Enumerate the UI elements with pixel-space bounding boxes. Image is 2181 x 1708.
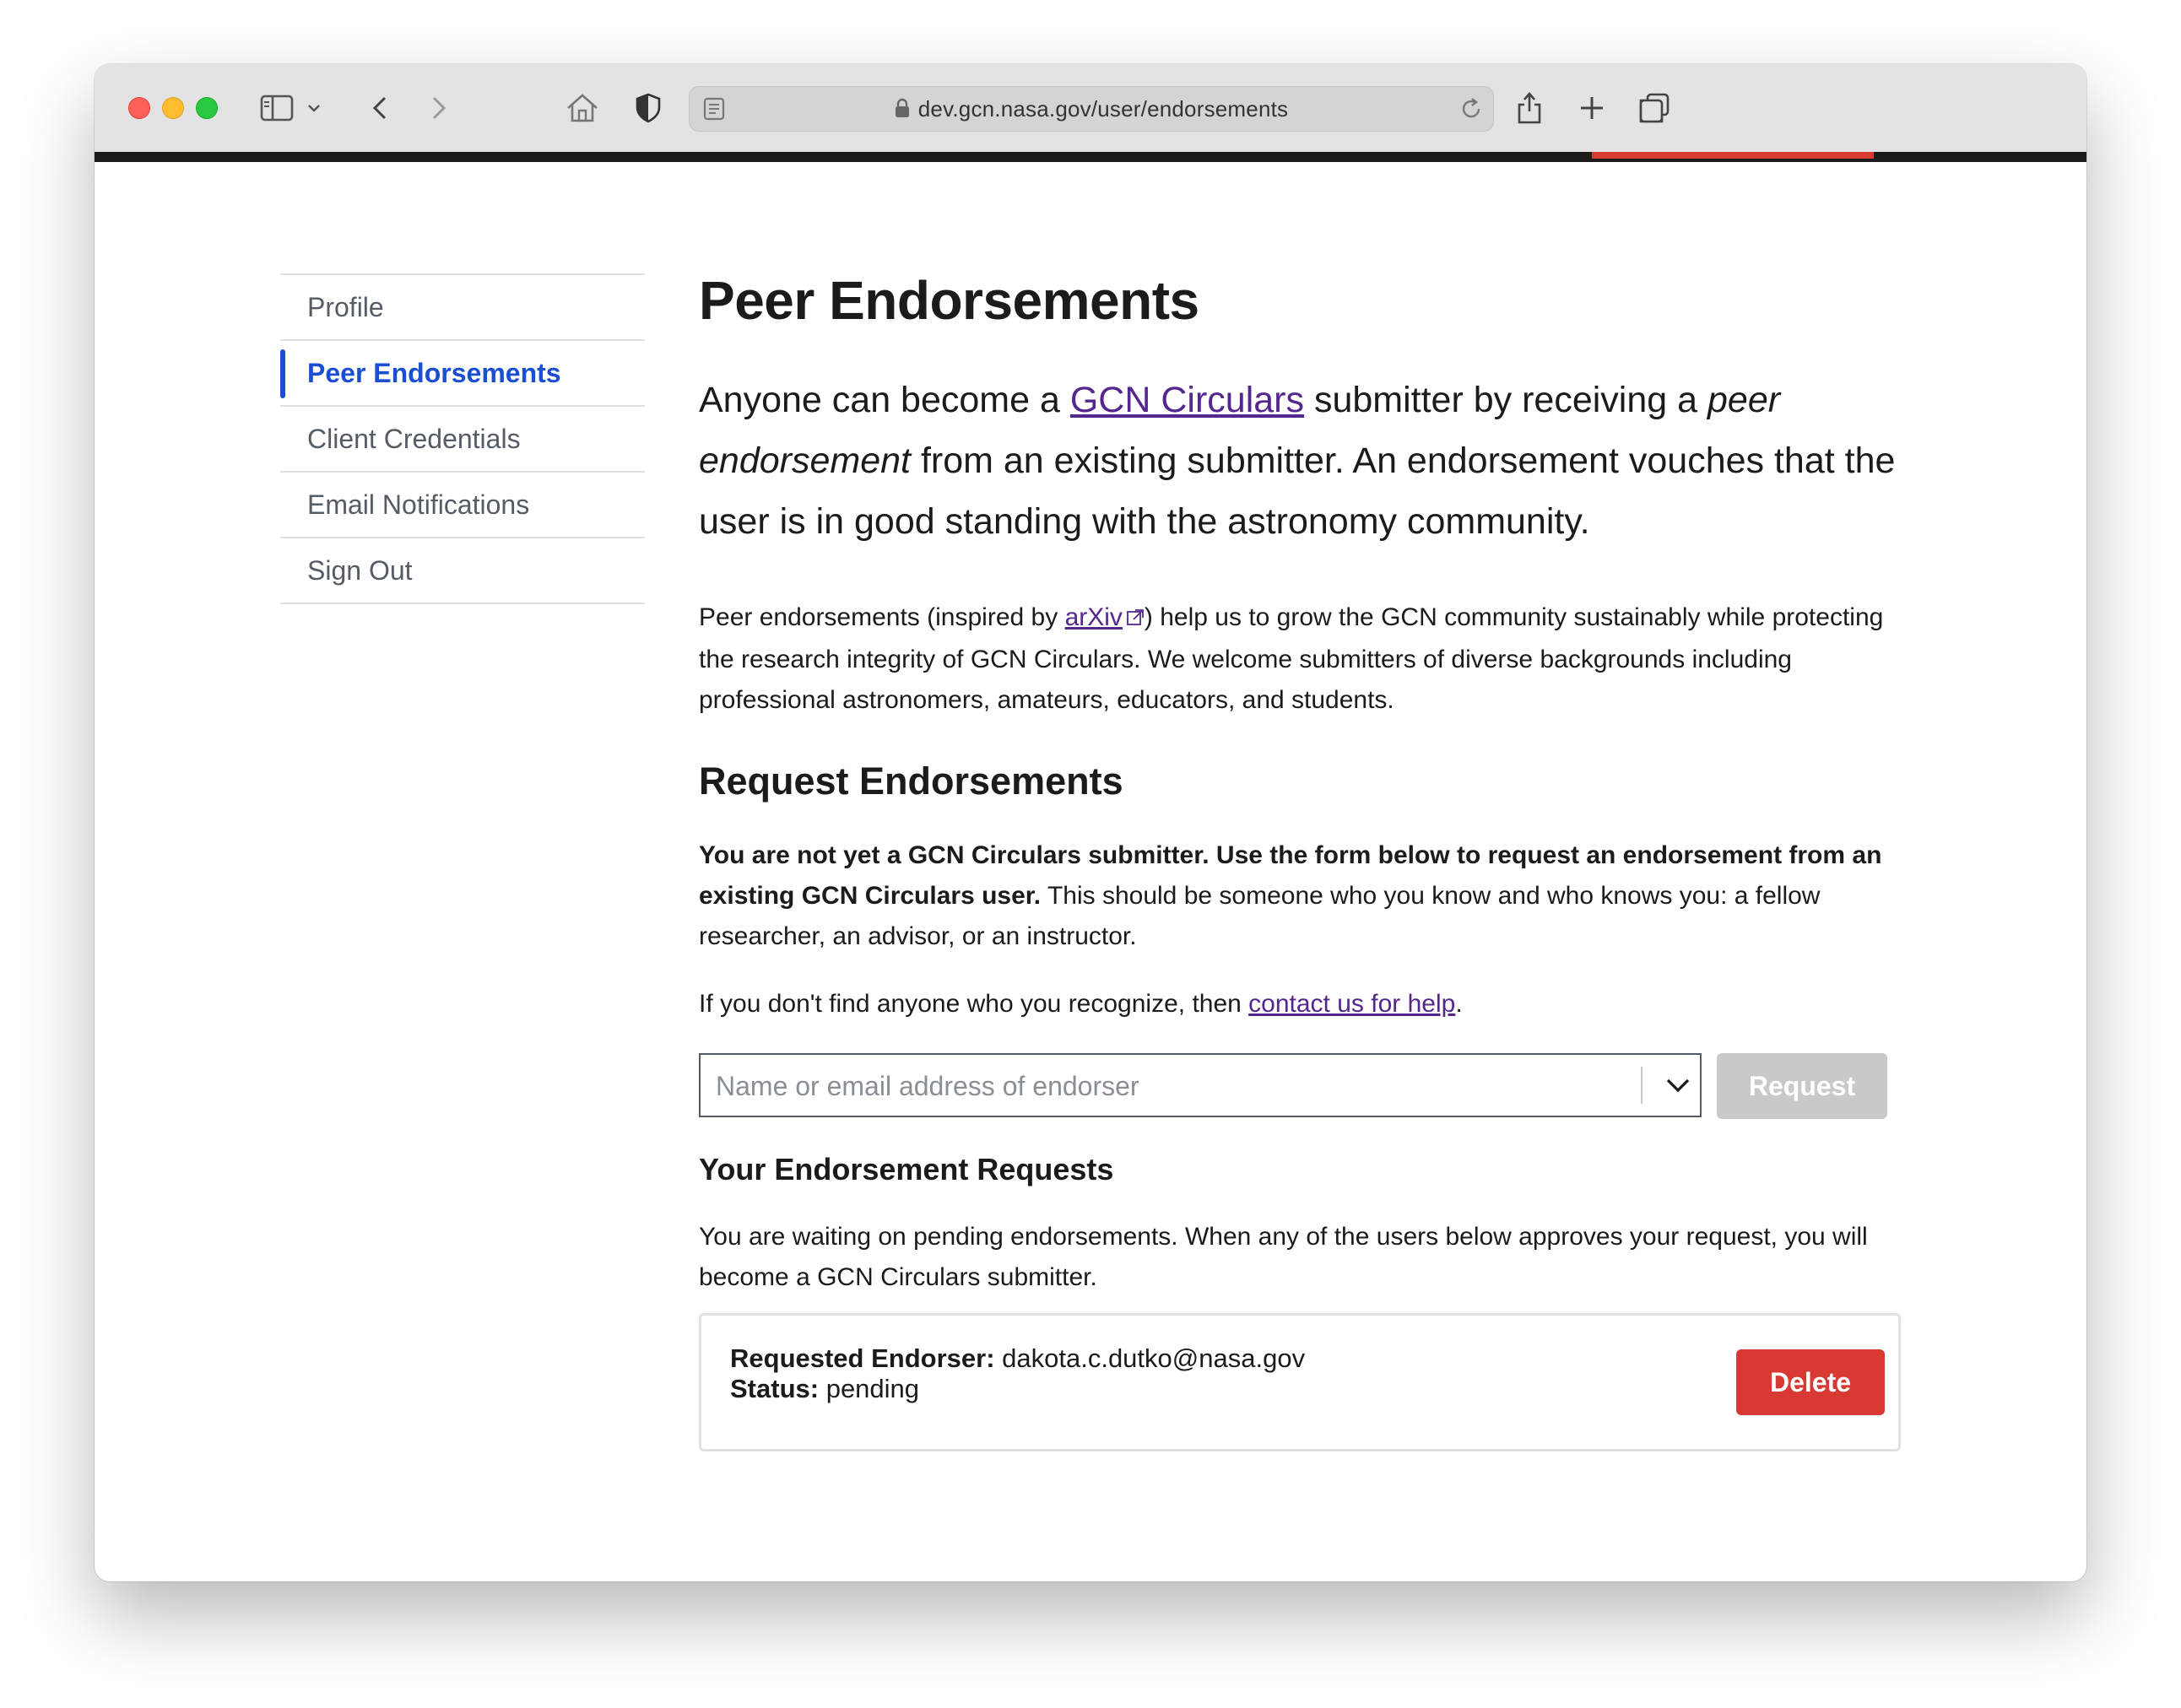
shield-icon[interactable] xyxy=(630,89,667,127)
main-content: Peer Endorsements Anyone can become a GC… xyxy=(699,267,1914,1453)
share-icon[interactable] xyxy=(1511,89,1548,127)
home-icon[interactable] xyxy=(564,89,601,127)
request-instructions: You are not yet a GCN Circulars submitte… xyxy=(699,835,1914,957)
arxiv-link[interactable]: arXiv xyxy=(1065,603,1123,631)
status-line: Status: pending xyxy=(730,1373,919,1405)
address-bar[interactable]: dev.gcn.nasa.gov/user/endorsements xyxy=(689,86,1494,132)
sidebar-toggle-icon[interactable] xyxy=(258,89,295,127)
page-title: Peer Endorsements xyxy=(699,270,1199,331)
forward-arrow-icon[interactable] xyxy=(420,89,457,127)
request-endorsements-heading: Request Endorsements xyxy=(699,759,1123,803)
url-value: dev.gcn.nasa.gov/user/endorsements xyxy=(917,96,1289,122)
combobox-divider xyxy=(1641,1067,1643,1104)
request-form: Request xyxy=(699,1053,1914,1119)
request-button[interactable]: Request xyxy=(1717,1053,1887,1119)
waiting-paragraph: You are waiting on pending endorsements.… xyxy=(699,1223,1868,1291)
endorser-email: dakota.c.dutko@nasa.gov xyxy=(1002,1343,1306,1373)
reload-icon[interactable] xyxy=(1459,97,1483,125)
external-link-icon xyxy=(1126,599,1145,640)
sidebar-item-profile[interactable]: Profile xyxy=(280,275,645,341)
tab-overview-icon[interactable] xyxy=(1636,89,1673,127)
browser-toolbar: dev.gcn.nasa.gov/user/endorsements xyxy=(95,64,2086,153)
page-accent-bar xyxy=(1592,152,1874,159)
endorser-combobox[interactable] xyxy=(699,1053,1702,1117)
status-label: Status: xyxy=(730,1374,820,1403)
zoom-window-button[interactable] xyxy=(196,97,218,119)
side-navigation: Profile Peer Endorsements Client Credent… xyxy=(280,273,645,604)
request-card: Requested Endorser: dakota.c.dutko@nasa.… xyxy=(699,1313,1901,1451)
gcn-circulars-link[interactable]: GCN Circulars xyxy=(1070,380,1304,420)
url-text: dev.gcn.nasa.gov/user/endorsements xyxy=(690,96,1493,124)
lead-paragraph: Anyone can become a GCN Circulars submit… xyxy=(699,370,1914,552)
help-paragraph: If you don't find anyone who you recogni… xyxy=(699,984,1914,1024)
chevron-down-icon[interactable] xyxy=(1654,1055,1702,1116)
endorser-search-input[interactable] xyxy=(714,1055,1612,1117)
close-window-button[interactable] xyxy=(128,97,150,119)
endorser-line: Requested Endorser: dakota.c.dutko@nasa.… xyxy=(730,1343,1305,1375)
lead-text: submitter by receiving a xyxy=(1304,380,1707,420)
help-text: . xyxy=(1455,990,1463,1018)
contact-us-link[interactable]: contact us for help xyxy=(1248,990,1455,1018)
intro-text: Peer endorsements (inspired by xyxy=(699,603,1065,631)
request-list: Requested Endorser: dakota.c.dutko@nasa.… xyxy=(699,1313,1914,1453)
sidebar-item-sign-out[interactable]: Sign Out xyxy=(280,538,645,604)
new-tab-plus-icon[interactable] xyxy=(1573,89,1610,127)
chevron-down-icon[interactable] xyxy=(304,89,324,127)
intro-paragraph: Peer endorsements (inspired by arXiv) he… xyxy=(699,597,1914,721)
minimize-window-button[interactable] xyxy=(162,97,184,119)
help-text: If you don't find anyone who you recogni… xyxy=(699,990,1249,1018)
sidebar-item-peer-endorsements[interactable]: Peer Endorsements xyxy=(280,341,645,407)
lock-icon xyxy=(895,98,910,124)
sidebar-item-client-credentials[interactable]: Client Credentials xyxy=(280,407,645,473)
browser-window: dev.gcn.nasa.gov/user/endorsements Profi… xyxy=(95,64,2086,1581)
sidebar-item-email-notifications[interactable]: Email Notifications xyxy=(280,473,645,538)
back-arrow-icon[interactable] xyxy=(361,89,398,127)
your-requests-heading: Your Endorsement Requests xyxy=(699,1152,1114,1186)
endorser-label: Requested Endorser: xyxy=(730,1343,995,1373)
status-value: pending xyxy=(825,1374,920,1403)
lead-text: Anyone can become a xyxy=(699,380,1070,420)
delete-request-button[interactable]: Delete xyxy=(1736,1349,1885,1415)
